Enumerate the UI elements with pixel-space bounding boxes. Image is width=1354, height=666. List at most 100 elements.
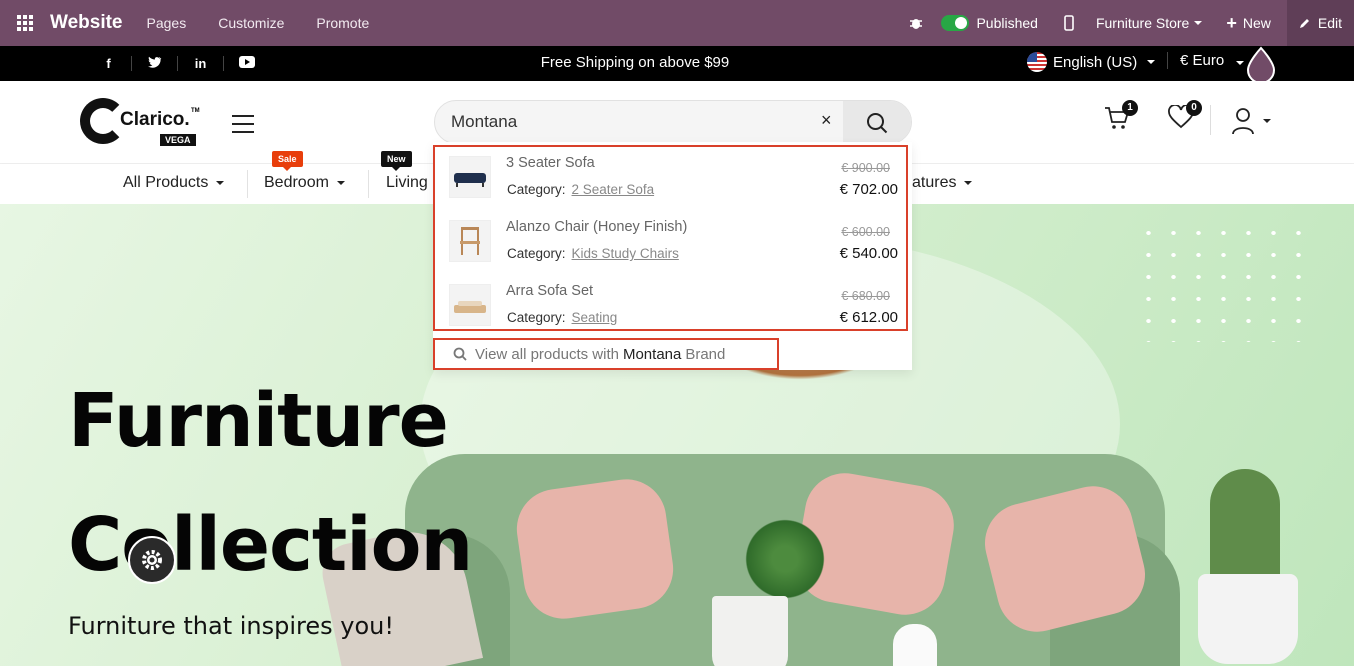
category-link[interactable]: Seating bbox=[572, 310, 618, 325]
website-switcher-label: Furniture Store bbox=[1095, 15, 1190, 31]
view-all-products-link[interactable]: View all products with Montana Brand bbox=[433, 338, 779, 370]
nav-divider bbox=[368, 170, 369, 198]
search-result-item[interactable]: Arra Sofa Set Category: Seating € 680.00 … bbox=[435, 275, 906, 335]
product-name: Alanzo Chair (Honey Finish) bbox=[506, 219, 688, 235]
clear-search-icon[interactable]: × bbox=[821, 110, 832, 131]
plant-image bbox=[740, 514, 830, 604]
nav-living[interactable]: Living bbox=[386, 174, 428, 192]
chevron-down-icon bbox=[336, 181, 345, 185]
search-result-item[interactable]: Alanzo Chair (Honey Finish) Category: Kid… bbox=[435, 211, 906, 271]
category-label: Category: bbox=[507, 310, 566, 325]
menu-customize[interactable]: Customize bbox=[218, 15, 284, 31]
new-button[interactable]: + New bbox=[1226, 13, 1271, 34]
search-button[interactable] bbox=[843, 101, 911, 143]
cart-count-badge: 1 bbox=[1122, 100, 1138, 116]
user-menu[interactable] bbox=[1232, 107, 1271, 140]
category-label: Category: bbox=[507, 182, 566, 197]
category-label: Category: bbox=[507, 246, 566, 261]
language-selector[interactable]: English (US) bbox=[1027, 52, 1156, 72]
new-label: New bbox=[1242, 15, 1271, 31]
chevron-down-icon bbox=[964, 181, 973, 185]
plus-icon: + bbox=[1226, 12, 1237, 33]
product-thumbnail bbox=[449, 284, 491, 326]
theme-drop-icon[interactable] bbox=[1246, 46, 1276, 86]
category-link[interactable]: 2 Seater Sofa bbox=[572, 182, 655, 197]
toggle-switch[interactable] bbox=[941, 15, 970, 31]
user-icon bbox=[1232, 108, 1254, 135]
search-input[interactable] bbox=[451, 112, 811, 132]
view-all-suffix: Brand bbox=[685, 345, 726, 363]
nav-label: Living bbox=[386, 174, 428, 191]
admin-bar-right: Published Furniture Store + New Edit bbox=[891, 0, 1354, 46]
nav-label: All Products bbox=[123, 174, 209, 191]
vase-image bbox=[893, 624, 937, 666]
chevron-down-icon bbox=[1263, 119, 1271, 123]
wishlist-button[interactable]: 0 bbox=[1168, 100, 1202, 134]
menu-pages[interactable]: Pages bbox=[147, 15, 187, 31]
old-price: € 900.00 bbox=[841, 161, 890, 175]
search-result-item[interactable]: 3 Seater Sofa Category: 2 Seater Sofa € 9… bbox=[435, 147, 906, 207]
header-divider bbox=[1210, 105, 1211, 135]
product-price: € 702.00 bbox=[839, 181, 898, 198]
logo-subtext: VEGA bbox=[160, 134, 196, 146]
apps-menu-icon[interactable] bbox=[0, 0, 50, 46]
menu-promote[interactable]: Promote bbox=[316, 15, 369, 31]
nav-all-products[interactable]: All Products bbox=[123, 174, 225, 192]
nav-label: atures bbox=[912, 174, 957, 191]
product-name: Arra Sofa Set bbox=[506, 283, 594, 299]
search-bar: × bbox=[434, 100, 912, 144]
pencil-icon bbox=[1299, 19, 1309, 28]
product-category: Category: Seating bbox=[507, 310, 617, 325]
us-flag-icon bbox=[1027, 52, 1047, 72]
edit-button[interactable]: Edit bbox=[1286, 0, 1354, 46]
old-price: € 680.00 bbox=[841, 289, 890, 303]
hero-title-line1: Furniture bbox=[68, 378, 449, 464]
pillow-image bbox=[511, 474, 679, 624]
hero-title-line2: Collection bbox=[68, 502, 473, 588]
publish-toggle[interactable]: Published bbox=[941, 15, 1038, 31]
currency-selector[interactable]: € Euro bbox=[1167, 52, 1245, 69]
debug-bug-icon[interactable] bbox=[909, 16, 923, 30]
gear-icon[interactable] bbox=[128, 536, 176, 584]
plant-pot-image bbox=[712, 596, 788, 666]
search-autocomplete-dropdown: 3 Seater Sofa Category: 2 Seater Sofa € 9… bbox=[433, 142, 912, 370]
cactus-pot-image bbox=[1198, 574, 1298, 664]
search-icon bbox=[867, 113, 888, 134]
info-bar: f in Free Shipping on above $99 English … bbox=[0, 46, 1354, 81]
language-label: English (US) bbox=[1053, 53, 1138, 71]
nav-bedroom[interactable]: Bedroom bbox=[264, 174, 345, 192]
mobile-preview-icon[interactable] bbox=[1064, 15, 1074, 31]
chevron-down-icon bbox=[1236, 61, 1245, 65]
hero-subtitle: Furniture that inspires you! bbox=[68, 612, 394, 640]
website-switcher[interactable]: Furniture Store bbox=[1095, 15, 1203, 31]
dot-pattern bbox=[1136, 222, 1312, 342]
product-price: € 612.00 bbox=[839, 309, 898, 326]
view-all-prefix: View all products with bbox=[475, 345, 619, 363]
logo-trademark: TM bbox=[191, 108, 200, 114]
product-price: € 540.00 bbox=[839, 245, 898, 262]
view-all-brand: Montana bbox=[622, 345, 682, 363]
search-icon bbox=[453, 347, 467, 361]
currency-label: € Euro bbox=[1180, 52, 1225, 69]
product-thumbnail bbox=[449, 220, 491, 262]
product-thumbnail bbox=[449, 156, 491, 198]
product-category: Category: Kids Study Chairs bbox=[507, 246, 679, 261]
product-category: Category: 2 Seater Sofa bbox=[507, 182, 654, 197]
category-link[interactable]: Kids Study Chairs bbox=[572, 246, 679, 261]
cart-button[interactable]: 1 bbox=[1104, 100, 1138, 136]
admin-brand[interactable]: Website bbox=[50, 12, 123, 34]
nav-features[interactable]: atures bbox=[912, 174, 973, 192]
chevron-down-icon bbox=[216, 181, 225, 185]
product-name: 3 Seater Sofa bbox=[506, 155, 595, 171]
new-badge: New bbox=[381, 151, 412, 171]
published-label: Published bbox=[976, 15, 1038, 31]
hamburger-menu-icon[interactable] bbox=[232, 115, 254, 139]
site-logo[interactable]: Clarico. TM VEGA bbox=[80, 96, 200, 148]
admin-bar: Website Pages Customize Promote Publishe… bbox=[0, 0, 1354, 46]
edit-label: Edit bbox=[1317, 15, 1342, 31]
logo-text: Clarico. bbox=[120, 109, 190, 130]
chevron-down-icon bbox=[1194, 21, 1203, 25]
old-price: € 600.00 bbox=[841, 225, 890, 239]
search-results-highlight: 3 Seater Sofa Category: 2 Seater Sofa € 9… bbox=[433, 145, 908, 331]
sale-badge: Sale bbox=[272, 151, 303, 171]
